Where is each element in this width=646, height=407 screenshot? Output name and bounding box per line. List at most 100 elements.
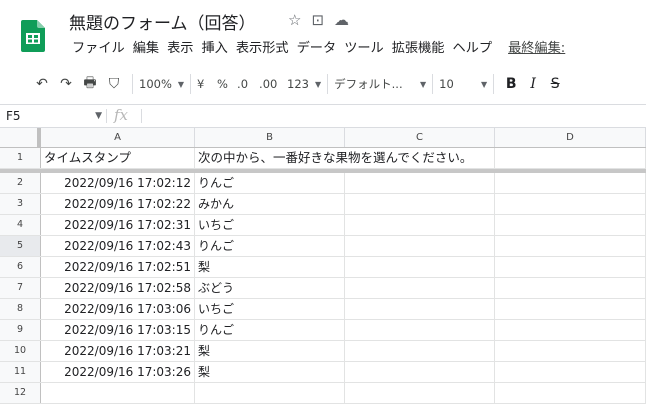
empty-cell[interactable] [495, 215, 646, 235]
empty-cell[interactable] [345, 341, 495, 361]
menu-extensions[interactable]: 拡張機能 [388, 40, 449, 58]
star-icon[interactable]: ☆ [288, 10, 301, 30]
empty-cell[interactable] [345, 278, 495, 298]
empty-cell[interactable] [495, 299, 646, 319]
timestamp-cell[interactable]: 2022/09/16 17:03:21 [41, 341, 195, 361]
empty-cell[interactable] [345, 173, 495, 193]
move-folder-icon[interactable]: ⊡ [311, 10, 324, 30]
cell-b1[interactable]: 次の中から、一番好きな果物を選んでください。 [195, 148, 472, 168]
timestamp-cell[interactable]: 2022/09/16 17:03:06 [41, 299, 195, 319]
menu-help[interactable]: ヘルプ [449, 40, 497, 58]
empty-cell[interactable] [495, 194, 646, 214]
print-icon[interactable]: 🖶 [78, 72, 102, 96]
empty-cell[interactable] [495, 320, 646, 340]
menu-file[interactable]: ファイル [68, 40, 129, 58]
empty-cell[interactable] [345, 257, 495, 277]
increase-decimal-button[interactable]: .00 [259, 72, 287, 96]
fruit-cell[interactable]: ぶどう [195, 278, 345, 298]
timestamp-cell[interactable]: 2022/09/16 17:02:31 [41, 215, 195, 235]
timestamp-cell[interactable] [41, 383, 195, 403]
empty-cell[interactable] [345, 236, 495, 256]
fruit-cell[interactable]: 梨 [195, 362, 345, 382]
formula-bar: F5 ▼ fx [0, 104, 646, 128]
italic-button[interactable]: I [522, 72, 544, 96]
percent-format-button[interactable]: % [217, 72, 237, 96]
select-all-corner[interactable] [0, 128, 41, 147]
empty-cell[interactable] [495, 341, 646, 361]
timestamp-cell[interactable]: 2022/09/16 17:02:58 [41, 278, 195, 298]
fruit-cell[interactable]: いちご [195, 215, 345, 235]
bold-button[interactable]: B [500, 72, 522, 96]
empty-cell[interactable] [495, 278, 646, 298]
empty-cell[interactable] [345, 215, 495, 235]
font-select[interactable]: デフォルト... ▼ [334, 72, 426, 96]
doc-title[interactable]: 無題のフォーム（回答） [69, 9, 256, 34]
menu-insert[interactable]: 挿入 [198, 40, 232, 58]
timestamp-cell[interactable]: 2022/09/16 17:02:22 [41, 194, 195, 214]
timestamp-cell[interactable]: 2022/09/16 17:02:51 [41, 257, 195, 277]
menu-data[interactable]: データ [293, 40, 341, 58]
zoom-select[interactable]: 100% ▼ [139, 72, 184, 96]
fruit-cell[interactable] [195, 383, 345, 403]
empty-cell[interactable] [345, 383, 495, 403]
row-header[interactable]: 3 [0, 194, 41, 214]
empty-cell[interactable] [345, 362, 495, 382]
menu-tools[interactable]: ツール [340, 40, 388, 58]
row-header[interactable]: 5 [0, 236, 41, 256]
column-header-b[interactable]: B [195, 128, 345, 147]
fruit-cell[interactable]: 梨 [195, 341, 345, 361]
row-header[interactable]: 1 [0, 148, 41, 168]
menu-view[interactable]: 表示 [163, 40, 197, 58]
strikethrough-button[interactable]: S [544, 72, 566, 96]
empty-cell[interactable] [345, 320, 495, 340]
column-header-a[interactable]: A [41, 128, 195, 147]
row-header[interactable]: 4 [0, 215, 41, 235]
cell-d1[interactable] [495, 148, 646, 168]
column-header-row: A B C D [0, 128, 646, 148]
row-header[interactable]: 10 [0, 341, 41, 361]
name-box[interactable]: F5 ▼ [0, 105, 128, 127]
fruit-cell[interactable]: いちご [195, 299, 345, 319]
timestamp-cell[interactable]: 2022/09/16 17:02:43 [41, 236, 195, 256]
font-size-select[interactable]: 10 ▼ [439, 72, 487, 96]
column-header-c[interactable]: C [345, 128, 495, 147]
paint-format-icon[interactable]: ⛉ [102, 72, 126, 96]
fruit-cell[interactable]: りんご [195, 320, 345, 340]
empty-cell[interactable] [495, 236, 646, 256]
sheets-logo-icon[interactable] [21, 20, 45, 52]
row-header[interactable]: 11 [0, 362, 41, 382]
menu-edit[interactable]: 編集 [129, 40, 163, 58]
fruit-cell[interactable]: りんご [195, 173, 345, 193]
cloud-status-icon[interactable]: ☁ [334, 10, 349, 30]
column-header-d[interactable]: D [495, 128, 646, 147]
row-header[interactable]: 12 [0, 383, 41, 403]
decrease-decimal-button[interactable]: .0 [237, 72, 259, 96]
fruit-cell[interactable]: みかん [195, 194, 345, 214]
fruit-cell[interactable]: 梨 [195, 257, 345, 277]
currency-format-button[interactable]: ¥ [197, 72, 217, 96]
last-edit-link[interactable]: 最終編集: [504, 40, 569, 58]
row-header[interactable]: 9 [0, 320, 41, 340]
empty-cell[interactable] [345, 299, 495, 319]
empty-cell[interactable] [495, 362, 646, 382]
timestamp-cell[interactable]: 2022/09/16 17:02:12 [41, 173, 195, 193]
row-header[interactable]: 6 [0, 257, 41, 277]
more-formats-select[interactable]: 123 ▼ [287, 72, 321, 96]
menu-format[interactable]: 表示形式 [232, 40, 293, 58]
empty-cell[interactable] [495, 257, 646, 277]
table-row: 3 2022/09/16 17:02:22 みかん [0, 194, 646, 215]
empty-cell[interactable] [495, 173, 646, 193]
cell-a1[interactable]: タイムスタンプ [41, 148, 195, 168]
timestamp-cell[interactable]: 2022/09/16 17:03:26 [41, 362, 195, 382]
undo-icon[interactable]: ↶ [30, 72, 54, 96]
row-header[interactable]: 7 [0, 278, 41, 298]
timestamp-cell[interactable]: 2022/09/16 17:03:15 [41, 320, 195, 340]
empty-cell[interactable] [495, 383, 646, 403]
cell-c1[interactable] [345, 148, 495, 168]
redo-icon[interactable]: ↷ [54, 72, 78, 96]
formula-input[interactable] [146, 105, 646, 127]
row-header[interactable]: 8 [0, 299, 41, 319]
empty-cell[interactable] [345, 194, 495, 214]
row-header[interactable]: 2 [0, 173, 41, 193]
fruit-cell[interactable]: りんご [195, 236, 345, 256]
